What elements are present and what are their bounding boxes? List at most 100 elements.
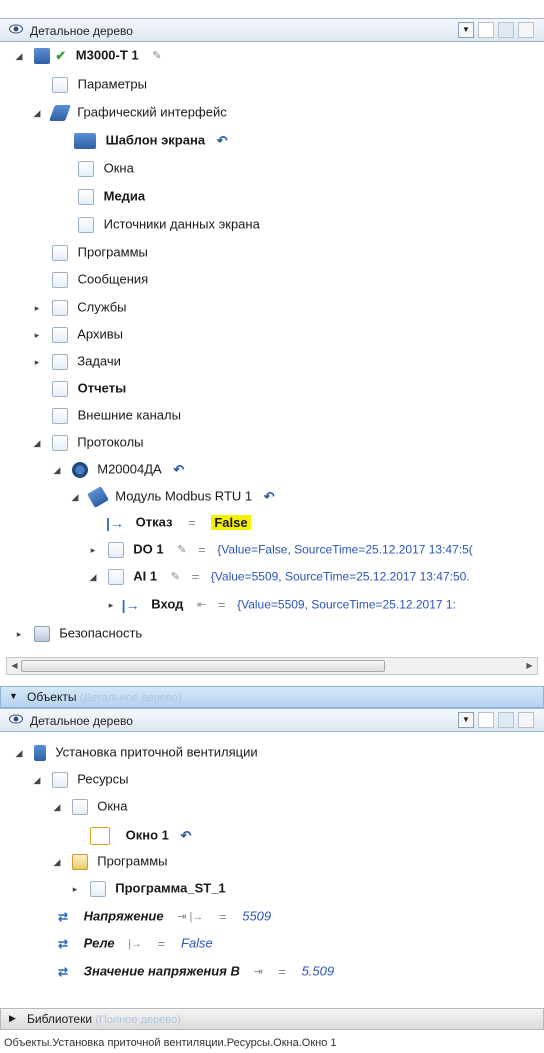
scroll-thumb[interactable]	[21, 660, 385, 672]
tag-icon: ⇄	[57, 964, 69, 979]
eye-icon[interactable]	[9, 714, 23, 724]
link-icon[interactable]: |→	[128, 938, 142, 950]
tree-item-modbus[interactable]: ◢ Модуль Modbus RTU 1 ↶	[70, 485, 275, 508]
window-icon	[71, 798, 88, 815]
tree-label: Отказ	[135, 514, 173, 530]
tree-item-security[interactable]: ▸ Безопасность	[14, 622, 142, 644]
hierarchy-icon[interactable]	[498, 22, 514, 38]
tag-value: {Value=5509, SourceTime=25.12.2017 1:	[237, 597, 456, 612]
tree-item-m20004[interactable]: ◢ M20004ДА ↶	[52, 458, 184, 480]
report-icon	[52, 380, 68, 397]
undo-icon[interactable]: ↶	[264, 489, 275, 504]
expand-icon[interactable]: ▸	[70, 878, 80, 900]
protocol-icon	[51, 434, 68, 451]
tree-item-programs[interactable]: Программы	[52, 241, 148, 263]
collapse-icon[interactable]: ◢	[32, 102, 42, 124]
tree-item-reports[interactable]: Отчеты	[52, 377, 126, 399]
edit-icon[interactable]: ✎	[152, 50, 161, 62]
collapse-icon[interactable]: ◢	[52, 851, 62, 873]
tree-item-protocols[interactable]: ◢ Протоколы	[32, 431, 144, 453]
channel-icon	[52, 407, 68, 424]
page-icon[interactable]	[478, 22, 494, 38]
tree-item-services[interactable]: ▸ Службы	[32, 296, 127, 318]
expand-icon[interactable]: ▸	[32, 297, 42, 319]
expand-icon[interactable]: ▸	[106, 594, 116, 616]
collapse-icon[interactable]: ◢	[32, 432, 42, 454]
objects-section-header[interactable]: ▼ Объекты (Детальное дерево)	[0, 686, 544, 708]
page-icon[interactable]	[478, 712, 494, 728]
tree-item-window1[interactable]: Окно 1 ↶	[90, 824, 191, 846]
tree-item-windows-b[interactable]: ◢ Окна	[52, 795, 127, 817]
tree-label: Значение напряжения В	[83, 963, 240, 979]
undo-icon[interactable]: ↶	[217, 133, 228, 148]
edit-icon[interactable]: ✎	[177, 544, 186, 556]
collapse-icon[interactable]: ▼	[9, 691, 18, 701]
link-icon[interactable]: ⇥	[254, 966, 263, 978]
tree-item-messages[interactable]: Сообщения	[52, 268, 148, 290]
scroll-left-icon[interactable]: ◀	[8, 659, 21, 673]
collapse-icon[interactable]: ◢	[88, 566, 98, 588]
link-icon[interactable]: ⇤	[197, 599, 206, 611]
tree-item-program-st1[interactable]: ▸ Программа_ST_1	[70, 877, 226, 899]
top-panel-header: Детальное дерево ▼	[0, 18, 544, 42]
filter-icon[interactable]	[518, 22, 534, 38]
signal-arrow-icon: |→	[106, 514, 124, 531]
expand-icon[interactable]: ▸	[14, 623, 24, 645]
tree-item-m3000[interactable]: ◢ ✔ M3000-T 1 ✎	[14, 44, 162, 66]
lock-icon	[33, 625, 50, 642]
tree-item-relay[interactable]: ⇄ Реле |→ = False	[52, 932, 213, 954]
tree-item-failure[interactable]: |→ Отказ = False	[104, 511, 251, 533]
tree-item-installation[interactable]: ◢ Установка приточной вентиляции	[14, 741, 258, 763]
tree-item-archives[interactable]: ▸ Архивы	[32, 323, 123, 345]
tree-item-gui[interactable]: ◢ Графический интерфейс	[32, 101, 227, 123]
tree-item-external-channels[interactable]: Внешние каналы	[52, 404, 181, 426]
undo-icon[interactable]: ↶	[173, 462, 184, 477]
tree-label: Шаблон экрана	[105, 132, 206, 148]
view-dropdown[interactable]: ▼	[458, 22, 474, 38]
collapse-icon[interactable]: ◢	[14, 45, 24, 67]
view-dropdown[interactable]: ▼	[458, 712, 474, 728]
collapse-icon[interactable]: ◢	[52, 459, 62, 481]
tree-item-programs-b[interactable]: ◢ Программы	[52, 850, 167, 872]
collapse-icon[interactable]: ◢	[70, 486, 80, 508]
filter-icon[interactable]	[518, 712, 534, 728]
libraries-section-header[interactable]: ▶ Библиотеки (Полное дерево)	[0, 1008, 544, 1030]
tree-item-media[interactable]: Медиа	[78, 185, 145, 207]
tree-item-windows[interactable]: Окна	[78, 157, 134, 179]
equals-sign: =	[191, 568, 200, 584]
collapse-icon[interactable]: ◢	[32, 769, 42, 791]
hierarchy-icon[interactable]	[498, 712, 514, 728]
undo-icon[interactable]: ↶	[181, 828, 192, 843]
tree-item-screen-datasources[interactable]: Источники данных экрана	[78, 213, 260, 235]
tree-item-tasks[interactable]: ▸ Задачи	[32, 350, 121, 372]
tree-item-ai1[interactable]: ◢ AI 1 ✎ = {Value=5509, SourceTime=25.12…	[88, 565, 470, 587]
edit-icon[interactable]: ✎	[171, 571, 180, 583]
section-label: Объекты	[27, 690, 77, 704]
tree-item-input[interactable]: ▸ |→ Вход ⇤ = {Value=5509, SourceTime=25…	[106, 593, 456, 615]
program-icon	[52, 244, 68, 261]
expand-icon[interactable]: ▸	[32, 351, 42, 373]
tree-item-do1[interactable]: ▸ DO 1 ✎ = {Value=False, SourceTime=25.1…	[88, 538, 473, 560]
collapse-icon[interactable]: ◢	[52, 796, 62, 818]
tree-item-voltage-value[interactable]: ⇄ Значение напряжения В ⇥ = 5.509	[52, 960, 334, 982]
horizontal-scrollbar[interactable]: ◀ ▶	[6, 657, 538, 675]
link-icon[interactable]: ⇥ |→	[177, 911, 203, 923]
tag-icon: ⇄	[57, 936, 69, 951]
tree-label: Реле	[83, 935, 115, 951]
eye-icon[interactable]	[9, 24, 23, 34]
tree-item-voltage[interactable]: ⇄ Напряжение ⇥ |→ = 5509	[52, 905, 271, 927]
folder-icon	[71, 853, 88, 870]
tree-label: Окна	[97, 798, 128, 814]
scroll-right-icon[interactable]: ▶	[523, 659, 536, 673]
tree-item-resources[interactable]: ◢ Ресурсы	[32, 768, 129, 790]
expand-icon[interactable]: ▸	[32, 324, 42, 346]
tag-value: 5509	[242, 908, 272, 924]
expand-icon[interactable]: ▸	[88, 539, 98, 561]
expand-icon[interactable]: ▶	[9, 1013, 16, 1024]
collapse-icon[interactable]: ◢	[14, 742, 24, 764]
check-icon: ✔	[55, 47, 67, 63]
tag-value: False	[211, 514, 251, 530]
tree-item-screen-template[interactable]: Шаблон экрана ↶	[74, 129, 228, 151]
tree-item-params[interactable]: Параметры	[52, 73, 147, 95]
module-icon	[86, 485, 109, 508]
